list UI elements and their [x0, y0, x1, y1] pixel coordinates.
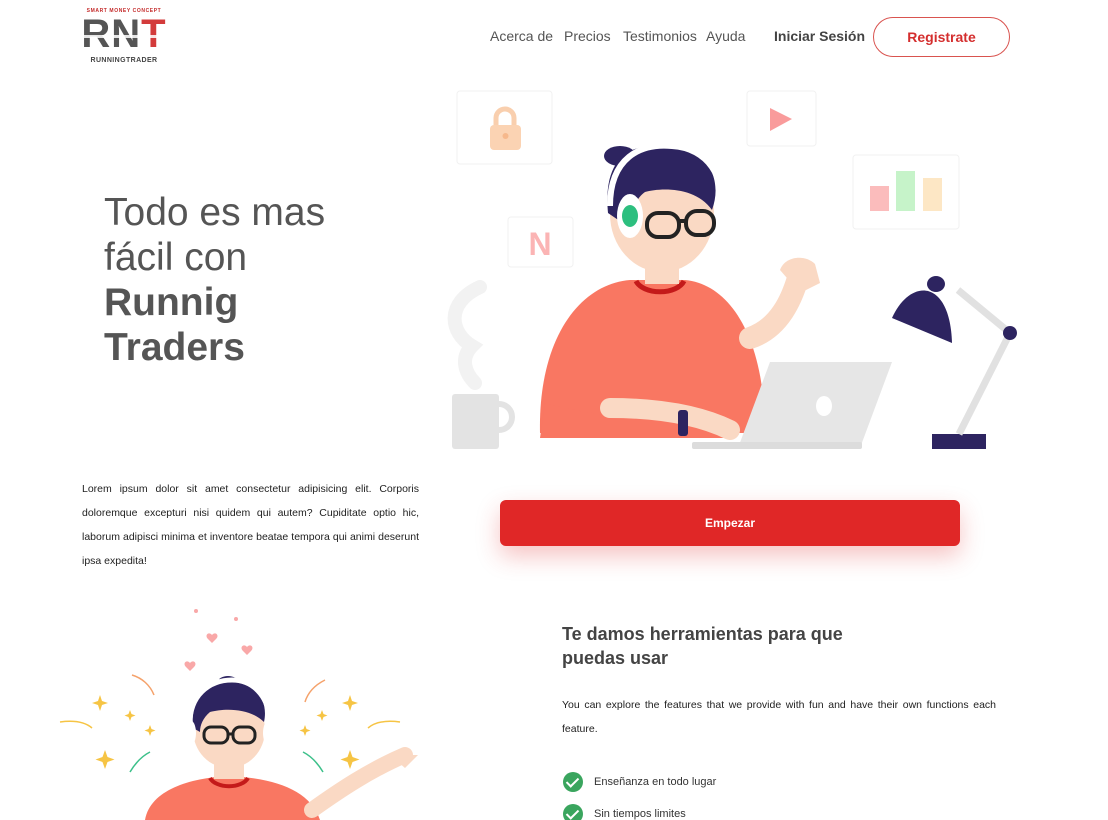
login-link[interactable]: Iniciar Sesión [774, 28, 865, 44]
hero-illustration: N [447, 90, 1017, 449]
logo-mark: RNT [78, 12, 170, 56]
checkmark-icon [563, 772, 583, 792]
logo-stripe [78, 35, 170, 38]
list-item: Enseñanza en todo lugar [563, 766, 716, 798]
logo-mark-left: RN [81, 12, 142, 56]
n-card: N [507, 216, 574, 268]
n-card-letter: N [528, 226, 551, 262]
nav-item-testimonios[interactable]: Testimonios [623, 28, 697, 44]
hero-body: Lorem ipsum dolor sit amet consectetur a… [82, 483, 419, 567]
bar-chart-icon [852, 154, 960, 230]
register-button[interactable]: Registrate [873, 17, 1010, 57]
nav-item-precios[interactable]: Precios [564, 28, 611, 44]
lock-icon [456, 90, 553, 165]
features-illustration [59, 609, 418, 820]
features-description: You can explore the features that we pro… [562, 699, 996, 735]
feature-label: Sin tiempos limites [594, 808, 686, 820]
features-list: Enseñanza en todo lugar Sin tiempos limi… [563, 766, 716, 820]
brand-logo[interactable]: SMART MONEY CONCEPT RNT RUNNINGTRADER [78, 8, 170, 66]
list-item: Sin tiempos limites [563, 798, 716, 820]
play-icon [746, 90, 817, 147]
person-celebrating [145, 676, 418, 820]
nav-item-ayuda[interactable]: Ayuda [706, 28, 745, 44]
hero-title: Todo es mas fácil con Runnig Traders [104, 190, 325, 370]
logo-mark-right: T [141, 12, 167, 56]
start-button[interactable]: Empezar [500, 500, 960, 546]
hero-title-line4: Traders [104, 326, 245, 369]
coffee-mug [452, 394, 515, 449]
feature-label: Enseñanza en todo lugar [594, 776, 717, 788]
hearts [184, 609, 253, 671]
hero-title-line2: fácil con [104, 236, 248, 279]
checkmark-icon [563, 804, 583, 820]
hero-title-line1: Todo es mas [104, 191, 326, 234]
hero-title-line3: Runnig [104, 281, 239, 324]
features-title: Te damos herramientas para que puedas us… [562, 624, 843, 668]
logo-name: RUNNINGTRADER [90, 57, 158, 64]
nav-item-acerca[interactable]: Acerca de [490, 28, 553, 44]
desk-lamp [892, 276, 1017, 449]
